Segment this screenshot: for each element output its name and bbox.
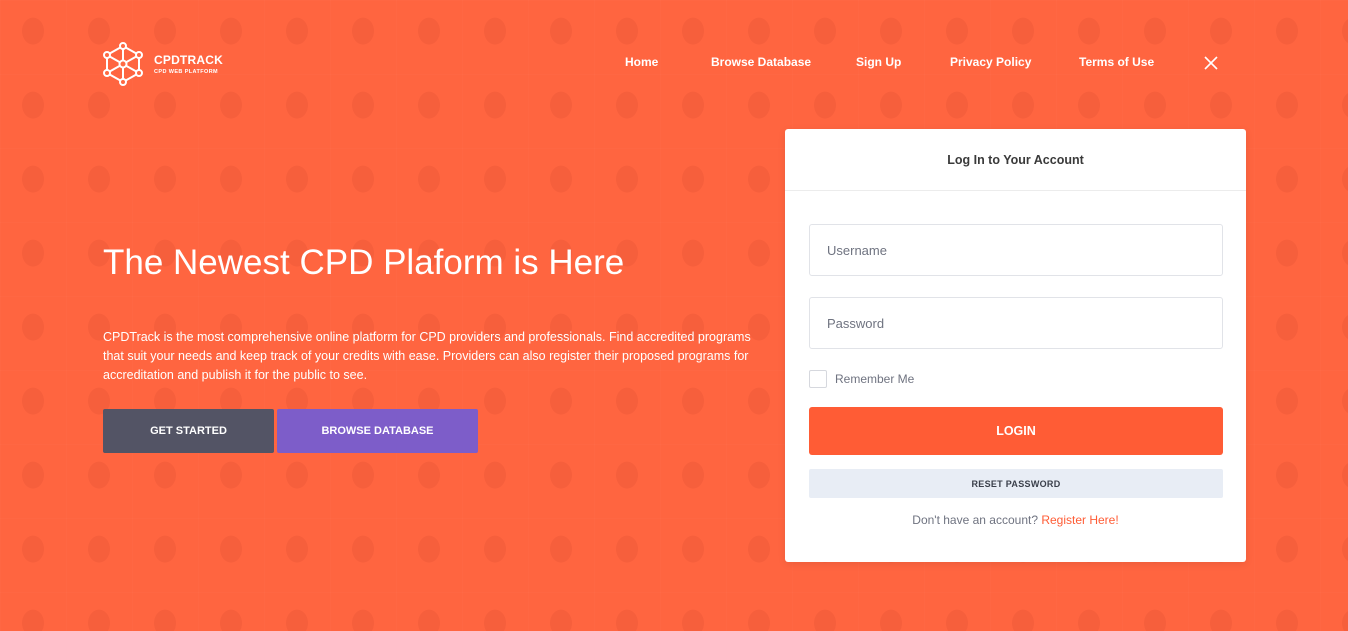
hero-description: CPDTrack is the most comprehensive onlin… xyxy=(103,330,751,382)
browse-database-button[interactable]: BROWSE DATABASE xyxy=(277,409,478,453)
get-started-button[interactable]: GET STARTED xyxy=(103,409,274,453)
password-input[interactable] xyxy=(809,297,1223,349)
login-card: Log In to Your Account Remember Me LOGIN… xyxy=(785,129,1246,562)
nav-terms-of-use[interactable]: Terms of Use xyxy=(1079,55,1154,69)
remember-me-checkbox[interactable] xyxy=(809,370,827,388)
close-icon[interactable] xyxy=(1203,55,1219,71)
register-prompt: Don't have an account? Register Here! xyxy=(785,513,1246,527)
remember-me[interactable]: Remember Me xyxy=(809,370,914,388)
login-button[interactable]: LOGIN xyxy=(809,407,1223,455)
register-prompt-text: Don't have an account? xyxy=(912,513,1042,527)
nav-browse-database[interactable]: Browse Database xyxy=(711,55,811,69)
nav-privacy-policy[interactable]: Privacy Policy xyxy=(950,55,1031,69)
register-link[interactable]: Register Here! xyxy=(1041,513,1118,527)
login-card-title: Log In to Your Account xyxy=(785,129,1246,191)
site-header: CPDTRACK CPD WEB PLATFORM Home Browse Da… xyxy=(0,0,1348,128)
hero-title: The Newest CPD Plaform is Here xyxy=(103,243,625,282)
remember-me-label: Remember Me xyxy=(835,372,915,386)
reset-password-button[interactable]: RESET PASSWORD xyxy=(809,469,1223,498)
username-input[interactable] xyxy=(809,224,1223,276)
main-nav: Home Browse Database Sign Up Privacy Pol… xyxy=(0,55,1348,75)
nav-sign-up[interactable]: Sign Up xyxy=(856,55,901,69)
nav-home[interactable]: Home xyxy=(625,55,658,69)
